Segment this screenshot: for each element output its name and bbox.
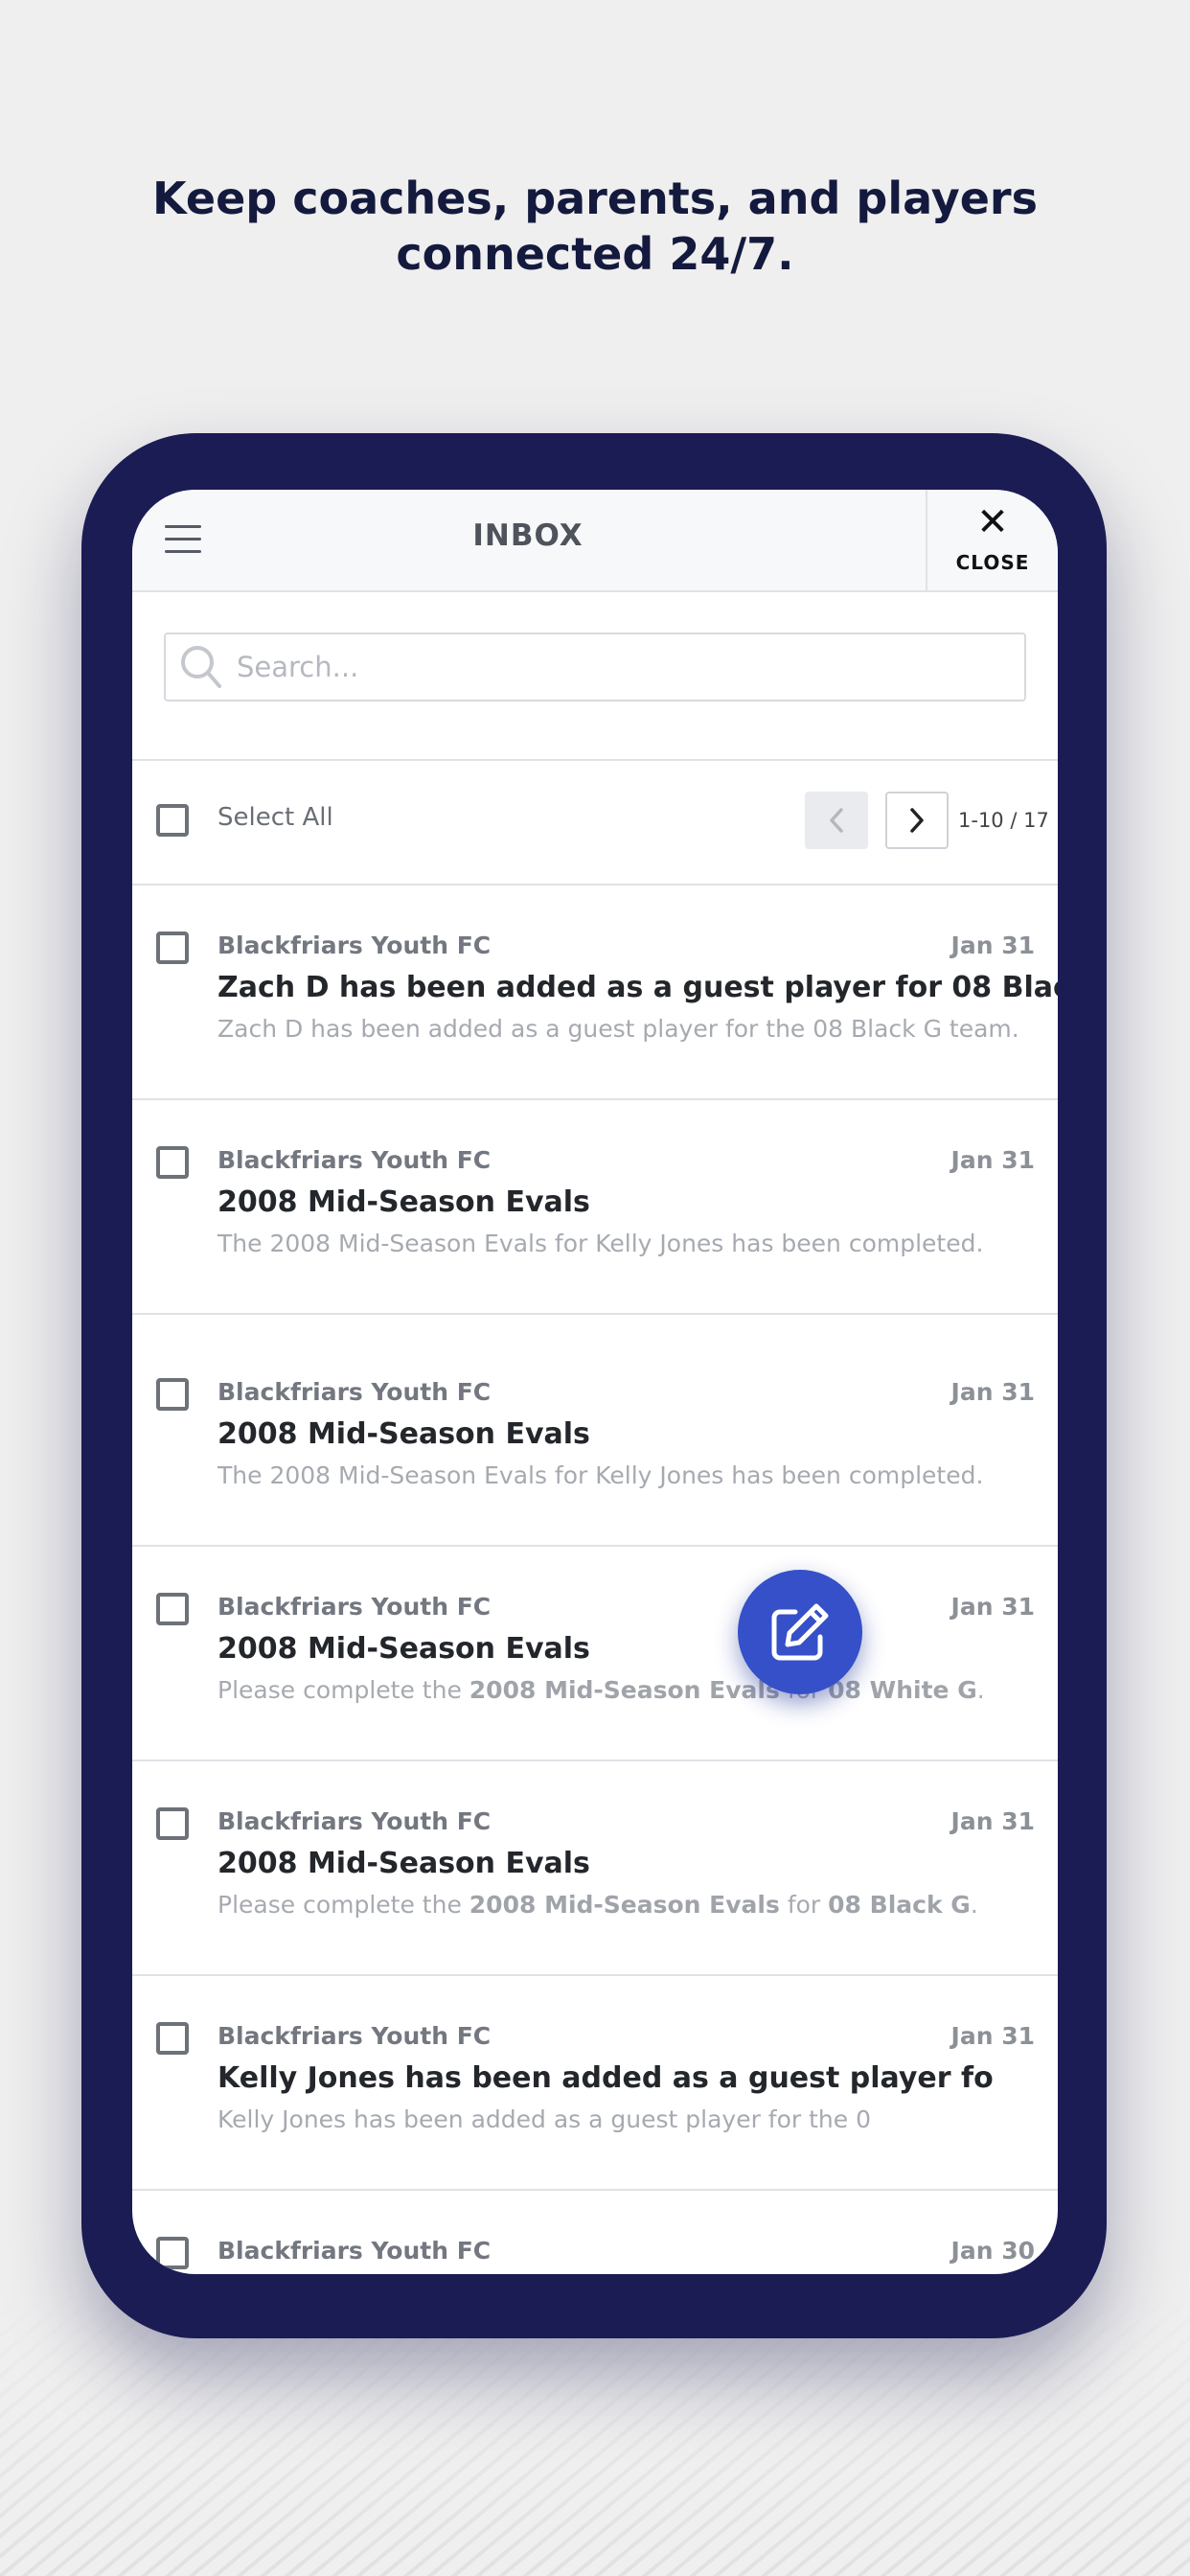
close-icon: ✕ [976, 500, 1009, 544]
message-row[interactable]: Blackfriars Youth FC Jan 31 Kelly Jones … [132, 1976, 1058, 2191]
headline-line-1: Keep coaches, parents, and players [152, 172, 1038, 224]
headline: Keep coaches, parents, and players conne… [0, 171, 1190, 282]
preview-text: . [970, 1891, 978, 1919]
close-label: CLOSE [955, 551, 1030, 574]
message-checkbox[interactable] [156, 1378, 189, 1411]
close-button[interactable]: ✕ CLOSE [926, 490, 1058, 590]
message-date: Jan 31 [950, 932, 1035, 959]
inbox-screen: INBOX ✕ CLOSE Select All 1-10 / 17 [132, 490, 1058, 2274]
select-all-checkbox[interactable] [156, 804, 189, 837]
message-date: Jan 31 [950, 2022, 1035, 2050]
message-checkbox[interactable] [156, 1146, 189, 1179]
message-date: Jan 31 [950, 1593, 1035, 1621]
page-title: INBOX [472, 518, 584, 553]
message-checkbox[interactable] [156, 2022, 189, 2055]
message-row[interactable]: Blackfriars Youth FC Jan 31 2008 Mid-Sea… [132, 1315, 1058, 1547]
message-sender: Blackfriars Youth FC [217, 1378, 492, 1406]
message-sender: Blackfriars Youth FC [217, 1146, 492, 1174]
search-icon [181, 646, 221, 688]
page-count: 1-10 / 17 [958, 809, 1049, 832]
search-box[interactable] [164, 632, 1026, 702]
message-sender: Blackfriars Youth FC [217, 932, 492, 959]
inbox-toolbar: Select All 1-10 / 17 [132, 761, 1058, 886]
inbox-header: INBOX ✕ CLOSE [132, 490, 1058, 592]
message-subject: 2008 Mid-Season Evals [217, 1847, 590, 1880]
message-sender: Blackfriars Youth FC [217, 2022, 492, 2050]
preview-text: Please complete the [217, 1891, 469, 1919]
message-date: Jan 31 [950, 1807, 1035, 1835]
preview-text: . [976, 1676, 985, 1704]
message-date: Jan 31 [950, 1378, 1035, 1406]
preview-team-name: 08 Black G [828, 1891, 971, 1919]
message-row[interactable]: Blackfriars Youth FC Jan 31 2008 Mid-Sea… [132, 1100, 1058, 1315]
message-subject: Zach D has been added as a guest player … [217, 971, 1058, 1004]
message-checkbox[interactable] [156, 1807, 189, 1840]
message-date: Jan 31 [950, 1146, 1035, 1174]
chevron-left-icon [830, 808, 843, 833]
message-row[interactable]: Blackfriars Youth FC Jan 31 2008 Mid-Sea… [132, 1547, 1058, 1761]
message-list: Blackfriars Youth FC Jan 31 Zach D has b… [132, 886, 1058, 2274]
message-preview: The 2008 Mid-Season Evals for Kelly Jone… [217, 1461, 984, 1489]
message-preview: The 2008 Mid-Season Evals for Kelly Jone… [217, 1230, 984, 1257]
message-preview: Please complete the 2008 Mid-Season Eval… [217, 1891, 978, 1919]
message-subject: 2008 Mid-Season Evals [217, 1185, 590, 1219]
message-preview: Please complete the 2008 Mid-Season Eval… [217, 1676, 985, 1704]
message-row[interactable]: Blackfriars Youth FC Jan 31 Zach D has b… [132, 886, 1058, 1100]
preview-team-name: 08 White G [828, 1676, 977, 1704]
message-subject: 2008 Mid-Season Evals [217, 1417, 590, 1451]
message-preview: Zach D has been added as a guest player … [217, 1015, 1019, 1043]
chevron-right-icon [910, 808, 924, 833]
preview-eval-name: 2008 Mid-Season Evals [469, 1891, 780, 1919]
message-subject: 2008 Mid-Season Evals [217, 1632, 590, 1666]
search-input[interactable] [235, 644, 1005, 690]
preview-eval-name: 2008 Mid-Season Evals [469, 1676, 780, 1704]
message-preview: Kelly Jones has been added as a guest pl… [217, 2105, 872, 2133]
message-row[interactable]: Blackfriars Youth FC Jan 30 [132, 2191, 1058, 2274]
previous-page-button[interactable] [805, 792, 868, 849]
message-checkbox[interactable] [156, 932, 189, 964]
message-date: Jan 30 [950, 2237, 1035, 2265]
message-sender: Blackfriars Youth FC [217, 2237, 492, 2265]
compose-button[interactable] [738, 1570, 862, 1694]
message-checkbox[interactable] [156, 2237, 189, 2269]
message-sender: Blackfriars Youth FC [217, 1807, 492, 1835]
preview-text: for [779, 1891, 829, 1919]
next-page-button[interactable] [885, 792, 949, 849]
search-area [132, 592, 1058, 761]
message-row[interactable]: Blackfriars Youth FC Jan 31 2008 Mid-Sea… [132, 1761, 1058, 1976]
message-subject: Kelly Jones has been added as a guest pl… [217, 2061, 994, 2095]
preview-text: Please complete the [217, 1676, 469, 1704]
headline-line-2: connected 24/7. [396, 228, 794, 280]
select-all-label[interactable]: Select All [217, 803, 333, 832]
compose-icon [771, 1603, 829, 1661]
message-sender: Blackfriars Youth FC [217, 1593, 492, 1621]
message-checkbox[interactable] [156, 1593, 189, 1625]
